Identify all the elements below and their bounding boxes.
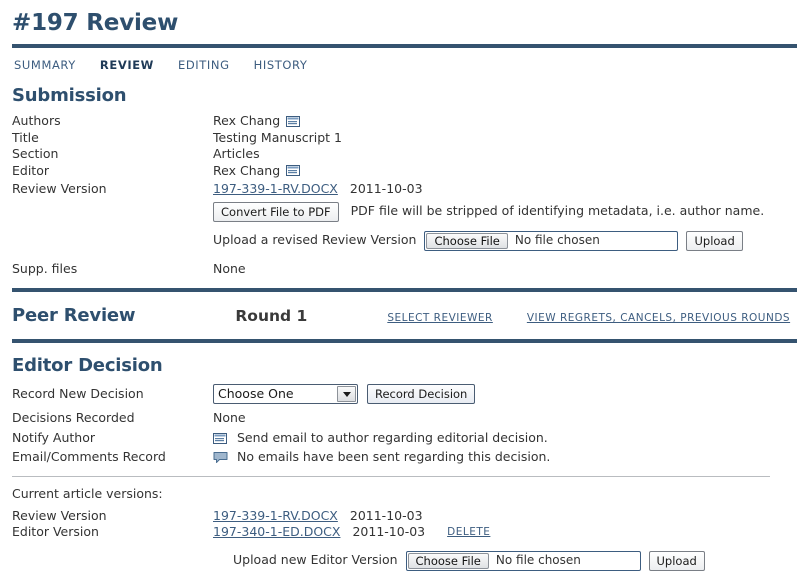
- review-version-file-link[interactable]: 197-339-1-RV.DOCX: [213, 181, 338, 198]
- choose-file-button[interactable]: Choose File: [407, 552, 489, 569]
- section-label: Section: [12, 146, 59, 161]
- editor-value: Rex Chang: [213, 162, 281, 178]
- upload-revised-wrap: Upload a revised Review Version Choose F…: [213, 230, 743, 251]
- tab-bar: SUMMARY REVIEW EDITING HISTORY: [12, 48, 797, 74]
- peer-review-divider: [12, 339, 797, 343]
- peer-review-round: Round 1: [235, 307, 308, 325]
- convert-file-to-pdf-button[interactable]: Convert File to PDF: [213, 201, 339, 222]
- chevron-down-icon[interactable]: [337, 386, 356, 402]
- tab-editing[interactable]: EDITING: [178, 58, 230, 72]
- row-email-comments: Email/Comments Record No emails have bee…: [12, 449, 797, 466]
- review-version-label: Review Version: [12, 181, 107, 196]
- decision-select[interactable]: Choose One: [213, 384, 358, 404]
- speech-bubble-icon[interactable]: [213, 451, 228, 464]
- decisions-recorded-label: Decisions Recorded: [12, 410, 135, 425]
- current-review-version-label: Review Version: [12, 507, 107, 523]
- row-decisions-recorded: Decisions Recorded None: [12, 410, 797, 427]
- current-review-version-date: 2011-10-03: [349, 507, 423, 523]
- editor-file-input[interactable]: Choose File No file chosen: [405, 550, 641, 571]
- mail-icon[interactable]: [286, 115, 301, 127]
- tab-review[interactable]: REVIEW: [100, 58, 154, 72]
- choose-file-button[interactable]: Choose File: [426, 232, 508, 249]
- authors-value: Rex Chang: [213, 113, 281, 128]
- submission-heading: Submission: [12, 85, 127, 106]
- upload-new-editor-wrap: Upload new Editor Version Choose File No…: [233, 550, 705, 571]
- submission-rows: Authors Rex Chang Title Testing Manuscri…: [12, 113, 797, 277]
- email-comments-value: No emails have been sent regarding this …: [237, 449, 551, 464]
- section-value: Articles: [213, 146, 260, 161]
- convert-value-wrap: Convert File to PDF PDF file will be str…: [213, 201, 765, 222]
- review-file-input[interactable]: Choose File No file chosen: [424, 230, 679, 251]
- title-label: Title: [12, 129, 39, 145]
- email-comments-label: Email/Comments Record: [12, 449, 166, 464]
- peer-review-links: SELECT REVIEWER VIEW REGRETS, CANCELS, P…: [387, 312, 790, 324]
- row-section: Section Articles: [12, 146, 797, 163]
- editor-value-wrap: Rex Chang: [213, 162, 301, 180]
- row-current-editor-version: Editor Version 197-340-1-ED.DOCX 2011-10…: [12, 524, 797, 541]
- mail-icon[interactable]: [213, 432, 227, 445]
- current-editor-version-date: 2011-10-03: [352, 524, 426, 539]
- delete-link[interactable]: DELETE: [447, 524, 490, 541]
- upload-revised-label: Upload a revised Review Version: [213, 232, 417, 248]
- row-current-review-version: Review Version 197-339-1-RV.DOCX 2011-10…: [12, 508, 797, 525]
- current-editor-version-file-link[interactable]: 197-340-1-ED.DOCX: [213, 524, 340, 541]
- file-name-text: No file chosen: [514, 233, 600, 248]
- tab-history[interactable]: HISTORY: [254, 58, 308, 72]
- review-version-value-wrap: 197-339-1-RV.DOCX 2011-10-03: [213, 181, 423, 198]
- convert-note: PDF file will be stripped of identifying…: [350, 203, 765, 219]
- row-upload-new-editor-version: Upload new Editor Version Choose File No…: [12, 550, 797, 571]
- peer-review-heading: Peer Review: [12, 305, 136, 326]
- authors-label: Authors: [12, 113, 61, 128]
- row-convert: Convert File to PDF PDF file will be str…: [12, 201, 797, 222]
- editor-decision-thin-divider: [12, 475, 770, 477]
- view-regrets-link[interactable]: VIEW REGRETS, CANCELS, PREVIOUS ROUNDS: [527, 312, 790, 324]
- upload-button[interactable]: Upload: [686, 230, 743, 251]
- authors-value-wrap: Rex Chang: [213, 113, 301, 130]
- select-reviewer-link[interactable]: SELECT REVIEWER: [387, 312, 493, 324]
- upload-new-editor-label: Upload new Editor Version: [233, 552, 398, 568]
- row-title: Title Testing Manuscript 1: [12, 130, 797, 147]
- review-version-date: 2011-10-03: [349, 181, 423, 196]
- row-review-version: Review Version 197-339-1-RV.DOCX 2011-10…: [12, 181, 797, 198]
- row-editor: Editor Rex Chang: [12, 163, 797, 180]
- mail-icon[interactable]: [286, 165, 301, 177]
- current-review-version-value: 197-339-1-RV.DOCX 2011-10-03: [213, 508, 423, 525]
- notify-author-value: Send email to author regarding editorial…: [237, 429, 548, 445]
- upload-button[interactable]: Upload: [648, 550, 705, 571]
- record-decision-button[interactable]: Record Decision: [367, 384, 476, 404]
- editor-decision-heading: Editor Decision: [12, 355, 163, 376]
- page-title: #197 Review: [12, 10, 179, 36]
- record-new-decision-label: Record New Decision: [12, 385, 144, 401]
- row-upload-revised: Upload a revised Review Version Choose F…: [12, 230, 797, 251]
- tab-summary[interactable]: SUMMARY: [14, 58, 76, 72]
- row-notify-author: Notify Author Send email to author regar…: [12, 430, 797, 447]
- email-comments-wrap: No emails have been sent regarding this …: [213, 449, 550, 466]
- peer-review-header: Peer Review Round 1 SELECT REVIEWER VIEW…: [12, 305, 797, 326]
- current-review-version-file-link[interactable]: 197-339-1-RV.DOCX: [213, 508, 338, 525]
- editor-decision-rows: Record New Decision Choose One Record De…: [12, 383, 797, 466]
- current-versions-rows: Review Version 197-339-1-RV.DOCX 2011-10…: [12, 508, 797, 571]
- current-editor-version-value: 197-340-1-ED.DOCX 2011-10-03 DELETE: [213, 524, 490, 541]
- supp-files-value: None: [213, 260, 246, 276]
- row-supp-files: Supp. files None: [12, 261, 797, 278]
- submission-divider: [12, 288, 797, 292]
- row-record-new-decision: Record New Decision Choose One Record De…: [12, 383, 797, 405]
- record-new-decision-controls: Choose One Record Decision: [213, 384, 476, 404]
- supp-files-label: Supp. files: [12, 260, 78, 276]
- notify-author-label: Notify Author: [12, 429, 96, 445]
- current-editor-version-label: Editor Version: [12, 524, 99, 539]
- notify-author-wrap: Send email to author regarding editorial…: [213, 430, 548, 447]
- current-versions-label: Current article versions:: [12, 485, 163, 501]
- title-value: Testing Manuscript 1: [213, 129, 342, 145]
- review-page: #197 Review SUMMARY REVIEW EDITING HISTO…: [0, 9, 809, 580]
- editor-label: Editor: [12, 162, 49, 178]
- file-name-text: No file chosen: [495, 553, 581, 568]
- decisions-recorded-value: None: [213, 410, 246, 425]
- row-authors: Authors Rex Chang: [12, 113, 797, 130]
- decision-select-value: Choose One: [218, 385, 294, 401]
